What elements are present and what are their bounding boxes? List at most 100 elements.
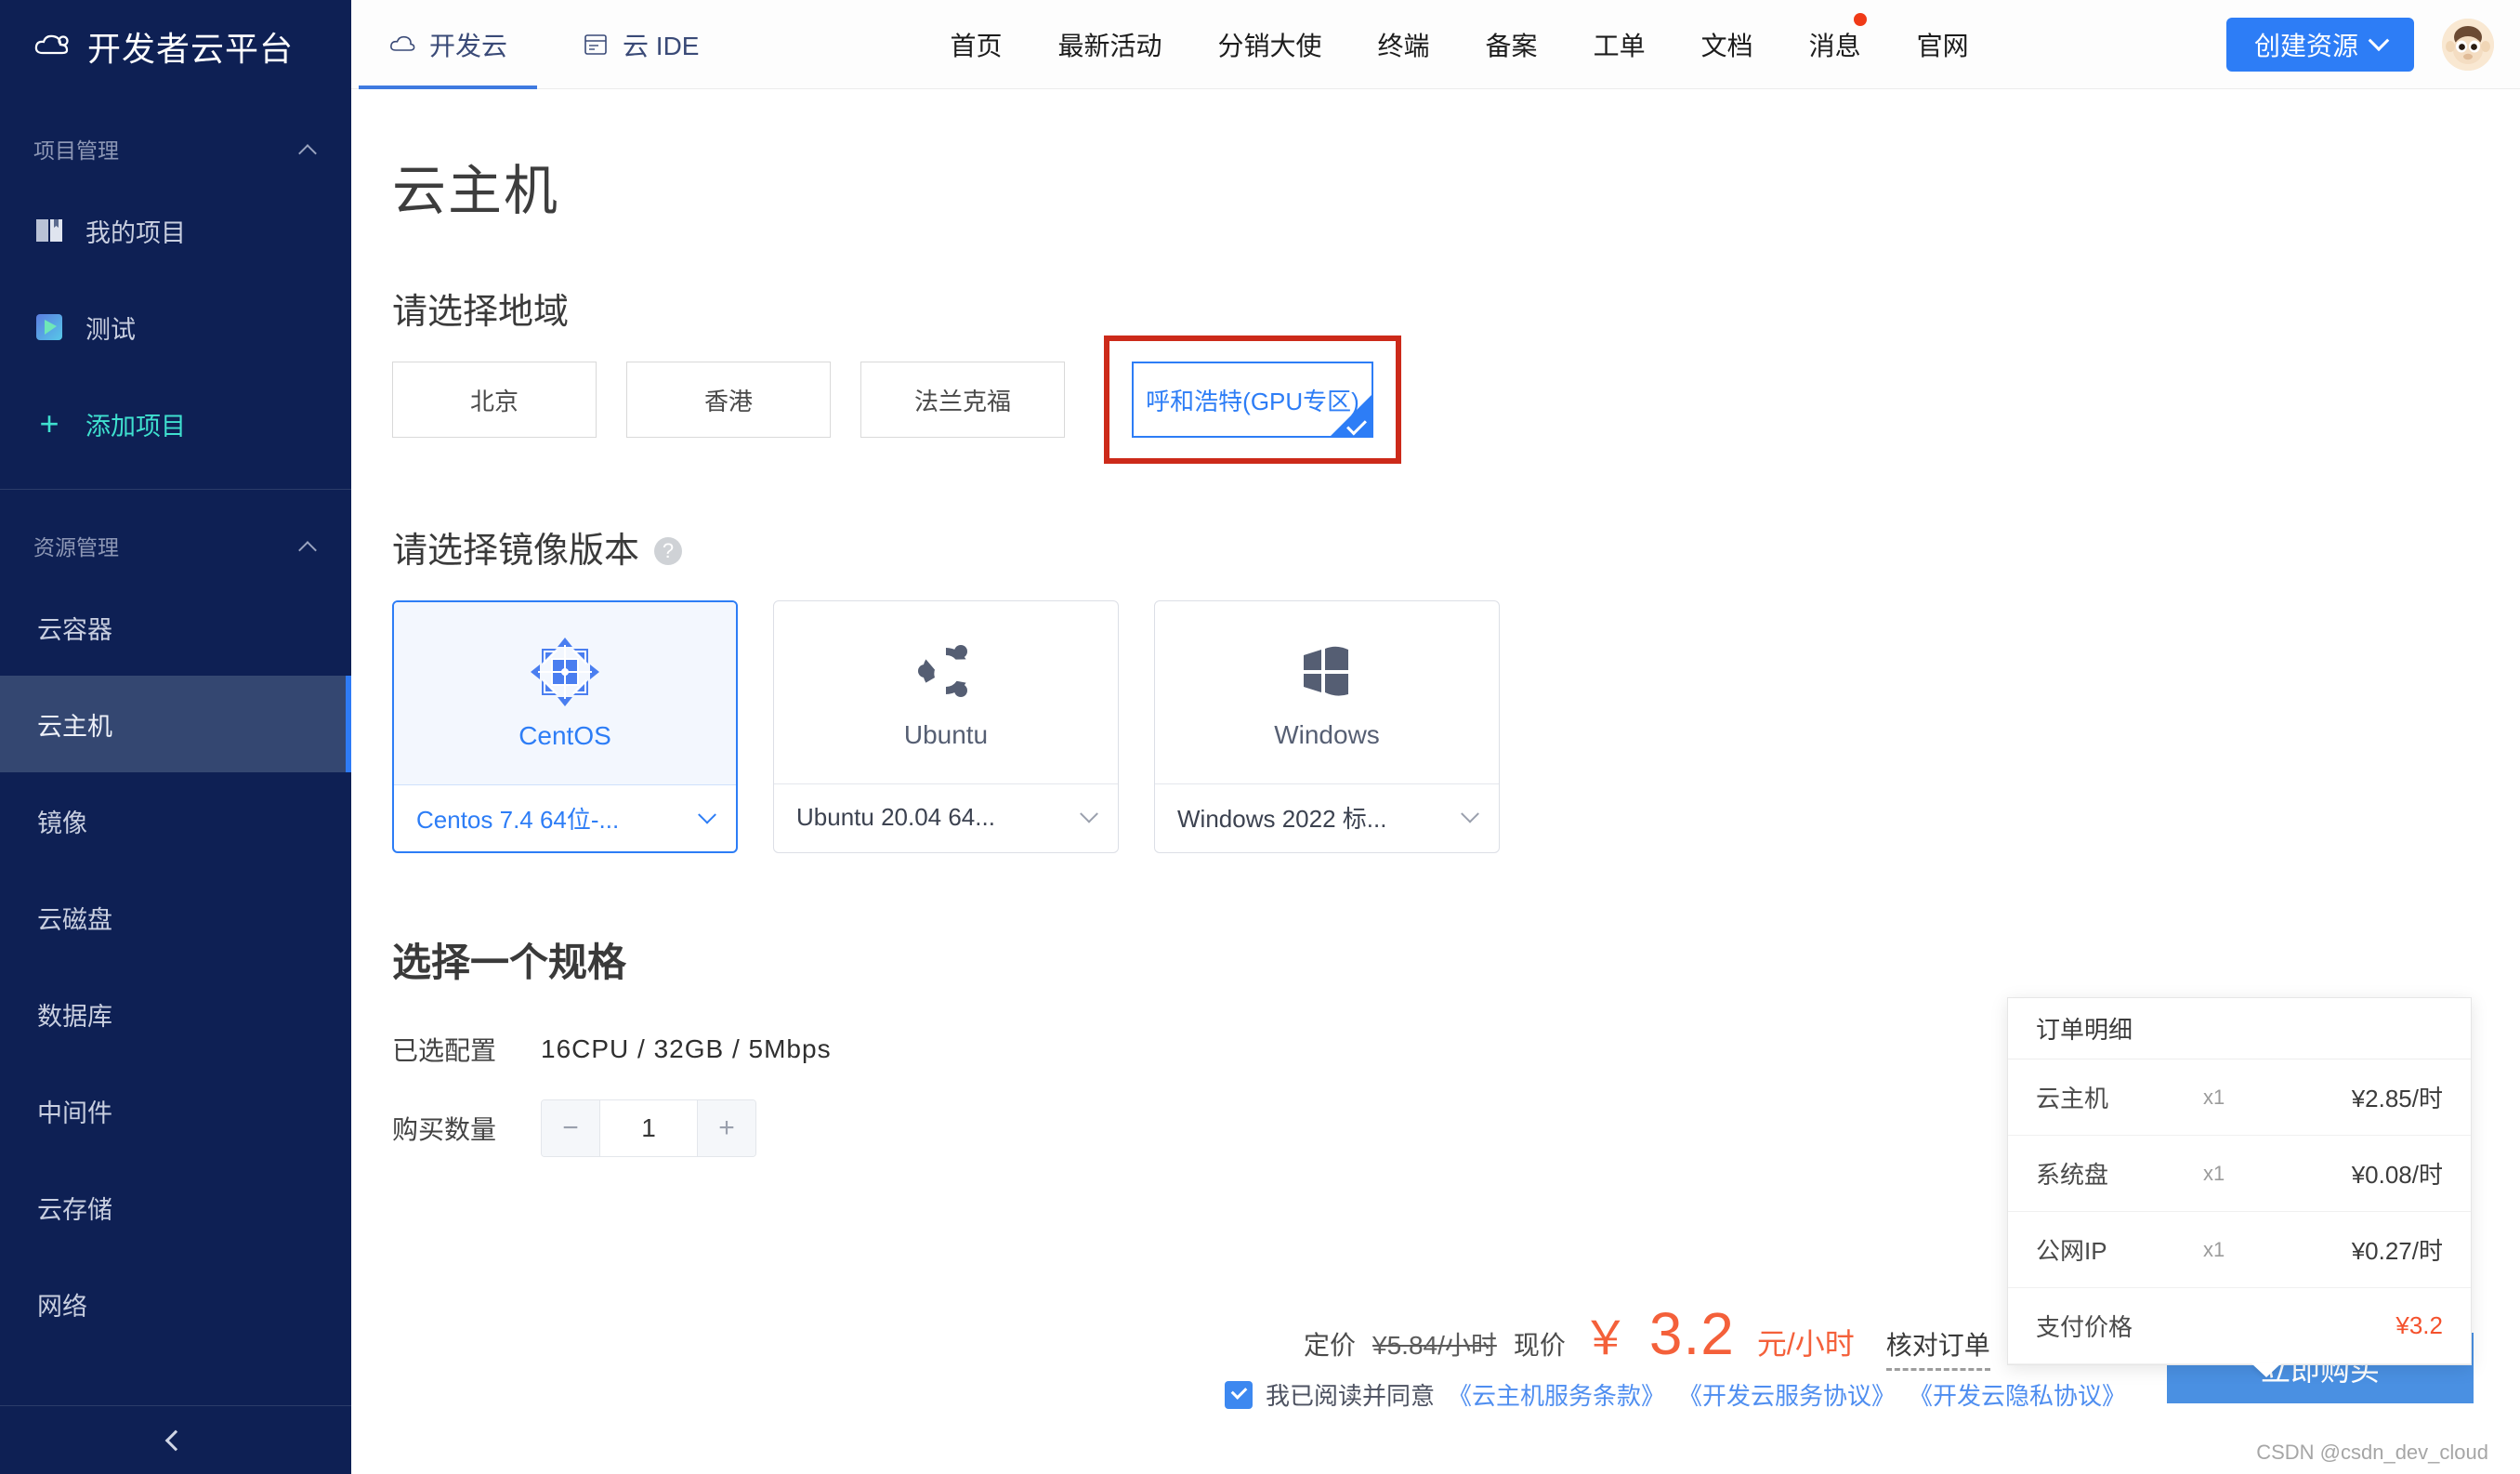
nav-link-terminal[interactable]: 终端 — [1350, 26, 1458, 63]
sidebar-item-middleware[interactable]: 中间件 — [0, 1062, 351, 1159]
agreement-link-service[interactable]: 《开发云服务协议》 — [1678, 1377, 1896, 1412]
os-version-select-centos[interactable]: Centos 7.4 64位-... — [394, 784, 736, 851]
sidebar-item-test-project[interactable]: 测试 — [0, 279, 351, 375]
price-unit: 元/小时 — [1756, 1327, 1855, 1361]
nav-link-distribution-ambassador[interactable]: 分销大使 — [1190, 26, 1350, 63]
agreement-link-privacy[interactable]: 《开发云隐私协议》 — [1909, 1377, 2126, 1412]
agreement-link-host-terms[interactable]: 《云主机服务条款》 — [1448, 1377, 1665, 1412]
os-version-label: Centos 7.4 64位-... — [416, 806, 620, 834]
order-row-total: 支付价格 ¥3.2 — [2008, 1288, 2471, 1364]
order-item-price: ¥0.27/时 — [2351, 1237, 2443, 1265]
order-item-qty: x1 — [2203, 1085, 2225, 1109]
order-item-qty: x1 — [2203, 1237, 2225, 1261]
sidebar-item-cloud-storage[interactable]: 云存储 — [0, 1159, 351, 1256]
order-detail-panel: 订单明细 云主机 x1 ¥2.85/时 系统盘 x1 ¥0.08/时 公网IP … — [2007, 997, 2472, 1377]
cloud-icon — [388, 33, 416, 57]
sidebar-item-label: 数据库 — [37, 1002, 112, 1031]
nav-link-work-order[interactable]: 工单 — [1566, 26, 1673, 63]
os-card-centos[interactable]: CentOS Centos 7.4 64位-... — [392, 600, 738, 853]
brand[interactable]: 开发者云平台 — [0, 0, 351, 93]
nav-link-latest-activity[interactable]: 最新活动 — [1030, 26, 1190, 63]
order-item-name: 云主机 — [2036, 1085, 2109, 1112]
region-button-row: 北京 香港 法兰克福 呼和浩特(GPU专区) — [351, 334, 2520, 464]
sidebar-group-label: 项目管理 — [33, 138, 119, 163]
nav-link-home[interactable]: 首页 — [922, 26, 1030, 63]
sidebar-item-my-projects[interactable]: 我的项目 — [0, 182, 351, 279]
nav-right-group: 创建资源 — [2225, 17, 2520, 72]
order-row-public-ip: 公网IP x1 ¥0.27/时 — [2008, 1212, 2471, 1288]
sidebar-group-label: 资源管理 — [33, 535, 119, 559]
avatar[interactable] — [2442, 18, 2494, 71]
os-version-label: Windows 2022 标... — [1177, 805, 1387, 833]
quantity-value[interactable]: 1 — [599, 1100, 698, 1156]
question-mark-icon[interactable]: ? — [654, 536, 683, 565]
check-order-link[interactable]: 核对订单 — [1885, 1325, 1990, 1371]
region-button-beijing[interactable]: 北京 — [392, 362, 597, 438]
sidebar-item-database[interactable]: 数据库 — [0, 966, 351, 1062]
chevron-down-icon — [2368, 29, 2390, 51]
sidebar-item-network[interactable]: 网络 — [0, 1256, 351, 1352]
tab-cloud-ide[interactable]: 云 IDE — [545, 0, 736, 89]
currency-symbol: ￥ — [1582, 1312, 1629, 1364]
sidebar-collapse-button[interactable] — [0, 1405, 351, 1474]
agreement-checkbox[interactable] — [1225, 1380, 1253, 1409]
order-detail-title: 订单明细 — [2008, 998, 2471, 1059]
sidebar-group-header-resources[interactable]: 资源管理 — [0, 512, 351, 579]
sidebar-item-cloud-disk[interactable]: 云磁盘 — [0, 869, 351, 966]
sidebar-item-label: 网络 — [37, 1292, 87, 1321]
sidebar-item-label: 添加项目 — [85, 412, 186, 441]
book-icon — [33, 215, 65, 246]
agreement-line: 我已阅读并同意 《云主机服务条款》 《开发云服务协议》 《开发云隐私协议》 — [1225, 1377, 2126, 1412]
page-title: 云主机 — [392, 161, 560, 221]
quantity-stepper[interactable]: − 1 + — [541, 1099, 756, 1157]
order-row-cloud-host: 云主机 x1 ¥2.85/时 — [2008, 1059, 2471, 1136]
order-total-price: ¥3.2 — [2395, 1311, 2443, 1339]
sidebar-item-label: 中间件 — [37, 1099, 112, 1127]
order-item-qty: x1 — [2203, 1161, 2225, 1185]
sidebar-item-cloud-host[interactable]: 云主机 — [0, 676, 351, 772]
quantity-increment-button[interactable]: + — [698, 1100, 755, 1156]
sidebar-item-image[interactable]: 镜像 — [0, 772, 351, 869]
os-card-windows[interactable]: Windows Windows 2022 标... — [1154, 600, 1500, 853]
os-version-select-windows[interactable]: Windows 2022 标... — [1155, 783, 1499, 850]
chevron-left-icon — [164, 1429, 187, 1451]
nav-link-docs[interactable]: 文档 — [1673, 26, 1781, 63]
sidebar-group-projects: 项目管理 我的项目 测试 + 添加项目 — [0, 93, 351, 472]
chevron-up-icon[interactable] — [299, 143, 318, 154]
list-price-value: ¥5.84/小时 — [1372, 1331, 1497, 1360]
tab-label: 开发云 — [429, 31, 508, 60]
nav-link-messages[interactable]: 消息 — [1781, 12, 1889, 63]
price-line: 定价 ¥5.84/小时 现价 ￥ 3.2 元/小时 核对订单 — [1304, 1299, 1990, 1371]
region-button-label: 呼和浩特(GPU专区) — [1146, 387, 1359, 415]
sidebar: 开发者云平台 项目管理 我的项目 测试 + 添加项目 资源管理 云容器 云主机 … — [0, 0, 351, 1474]
os-version-select-ubuntu[interactable]: Ubuntu 20.04 64... — [774, 783, 1118, 850]
create-resource-button[interactable]: 创建资源 — [2225, 17, 2414, 72]
create-resource-label: 创建资源 — [2253, 31, 2358, 60]
region-button-hohhot-gpu[interactable]: 呼和浩特(GPU专区) — [1132, 362, 1373, 438]
quantity-label: 购买数量 — [392, 1115, 497, 1144]
sidebar-item-cloud-container[interactable]: 云容器 — [0, 579, 351, 676]
current-price-label: 现价 — [1513, 1331, 1566, 1360]
quantity-decrement-button[interactable]: − — [542, 1100, 599, 1156]
sidebar-item-label: 云容器 — [37, 615, 112, 644]
region-button-hongkong[interactable]: 香港 — [626, 362, 831, 438]
sidebar-group-header-projects[interactable]: 项目管理 — [0, 115, 351, 182]
region-button-frankfurt[interactable]: 法兰克福 — [860, 362, 1065, 438]
notification-dot-icon — [1853, 12, 1867, 26]
sidebar-item-add-project[interactable]: + 添加项目 — [0, 375, 351, 472]
top-navigation: 开发云 云 IDE 首页 最新活动 分销大使 终端 备案 工单 文档 消息 官网… — [351, 0, 2520, 89]
os-card-ubuntu[interactable]: Ubuntu Ubuntu 20.04 64... — [773, 600, 1119, 853]
project-icon — [33, 311, 65, 343]
nav-link-official-site[interactable]: 官网 — [1889, 26, 1997, 63]
order-item-name: 公网IP — [2036, 1237, 2107, 1265]
nav-link-filing[interactable]: 备案 — [1458, 26, 1566, 63]
chevron-up-icon[interactable] — [299, 540, 318, 551]
image-section-label: 请选择镜像版本 — [392, 532, 640, 571]
annotation-box: 呼和浩特(GPU专区) — [1104, 336, 1401, 464]
nav-tab-group: 开发云 云 IDE — [351, 0, 736, 89]
windows-logo-icon — [1291, 635, 1363, 707]
tab-dev-cloud[interactable]: 开发云 — [351, 0, 545, 89]
sidebar-group-resources: 资源管理 云容器 云主机 镜像 云磁盘 数据库 中间件 云存储 网络 — [0, 490, 351, 1352]
sidebar-item-label: 云主机 — [37, 712, 112, 741]
region-section-title: 请选择地域 — [351, 283, 2520, 334]
